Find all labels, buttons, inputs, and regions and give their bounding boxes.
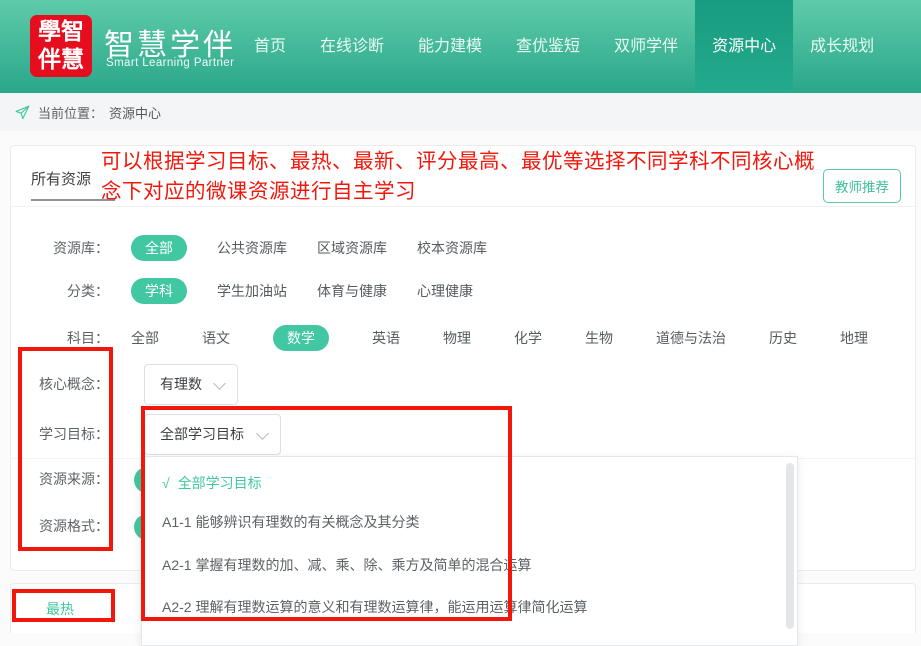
dropdown-option-label: A2-2 理解有理数运算的意义和有理数运算律，能运用运算律简化运算: [162, 599, 587, 615]
learning-goal-select[interactable]: 全部学习目标: [144, 414, 281, 455]
subject-option-chemistry[interactable]: 化学: [514, 328, 542, 348]
subject-option-all[interactable]: 全部: [131, 328, 159, 348]
filter-row-category: 分类： 学科 学生加油站 体育与健康 心理健康: [11, 277, 915, 305]
nav-item-dual-teacher[interactable]: 双师学伴: [597, 0, 695, 93]
send-icon: [14, 104, 31, 121]
category-option-mental-health[interactable]: 心理健康: [417, 281, 473, 301]
library-option-all[interactable]: 全部: [131, 235, 187, 261]
library-option-school[interactable]: 校本资源库: [417, 238, 487, 258]
breadcrumb: 当前位置： 资源中心: [0, 93, 921, 131]
subject-option-math[interactable]: 数学: [273, 325, 329, 351]
subject-option-morality-law[interactable]: 道德与法治: [656, 328, 726, 348]
brand-subtitle: Smart Learning Partner: [106, 57, 234, 69]
core-concept-value: 有理数: [160, 365, 202, 404]
nav-item-growth-plan[interactable]: 成长规划: [793, 0, 891, 93]
subject-options: 全部 语文 数学 英语 物理 化学 生物 道德与法治 历史 地理: [131, 324, 868, 352]
dropdown-option-a1-1[interactable]: A1-1 能够辨识有理数的有关概念及其分类: [162, 512, 419, 532]
category-option-pe-health[interactable]: 体育与健康: [317, 281, 387, 301]
category-label: 分类：: [11, 277, 109, 305]
nav-item-online-diagnosis[interactable]: 在线诊断: [303, 0, 401, 93]
breadcrumb-current: 资源中心: [109, 103, 161, 122]
subject-option-biology[interactable]: 生物: [585, 328, 613, 348]
core-concept-select[interactable]: 有理数: [144, 364, 238, 405]
library-options: 全部 公共资源库 区域资源库 校本资源库: [131, 234, 487, 262]
dropdown-option-label: A1-1 能够辨识有理数的有关概念及其分类: [162, 514, 419, 530]
nav-item-ability-modeling[interactable]: 能力建模: [401, 0, 499, 93]
category-option-subject[interactable]: 学科: [131, 278, 187, 304]
nav-item-home[interactable]: 首页: [237, 0, 303, 93]
dropdown-option-all-goals[interactable]: √ 全部学习目标: [162, 473, 262, 493]
dropdown-option-a2-2[interactable]: A2-2 理解有理数运算的意义和有理数运算律，能运用运算律简化运算: [162, 597, 587, 617]
resource-source-label: 资源来源：: [11, 465, 109, 493]
category-options: 学科 学生加油站 体育与健康 心理健康: [131, 277, 473, 305]
nav-item-strength-review[interactable]: 查优鉴短: [499, 0, 597, 93]
subject-option-english[interactable]: 英语: [372, 328, 400, 348]
app-logo-seal[interactable]: 學智 伴慧: [30, 15, 92, 77]
subject-option-physics[interactable]: 物理: [443, 328, 471, 348]
dropdown-option-label: 全部学习目标: [178, 475, 262, 491]
app-header: 學智 伴慧 智慧学伴 Smart Learning Partner 首页 在线诊…: [0, 0, 921, 93]
category-option-student-station[interactable]: 学生加油站: [217, 281, 287, 301]
filter-row-subject: 科目： 全部 语文 数学 英语 物理 化学 生物 道德与法治 历史 地理: [11, 324, 915, 352]
learning-goal-dropdown-panel: √ 全部学习目标 A1-1 能够辨识有理数的有关概念及其分类 A2-1 掌握有理数…: [141, 456, 798, 646]
chevron-down-icon: [256, 427, 269, 440]
subject-option-geography[interactable]: 地理: [840, 328, 868, 348]
subject-option-chinese[interactable]: 语文: [202, 328, 230, 348]
library-label: 资源库：: [11, 234, 109, 262]
filter-row-library: 资源库： 全部 公共资源库 区域资源库 校本资源库: [11, 234, 915, 262]
dropdown-scrollbar-thumb[interactable]: [786, 463, 794, 629]
chevron-down-icon: [213, 377, 226, 390]
dropdown-option-label: A2-1 掌握有理数的加、减、乘、除、乘方及简单的混合运算: [162, 557, 531, 573]
core-concept-label: 核心概念：: [11, 370, 109, 398]
subject-option-history[interactable]: 历史: [769, 328, 797, 348]
annotation-note-text: 可以根据学习目标、最热、最新、评分最高、最优等选择不同学科不同核心概念下对应的微…: [101, 147, 823, 207]
main-nav: 首页 在线诊断 能力建模 查优鉴短 双师学伴 资源中心 成长规划: [237, 0, 891, 93]
learning-goal-label: 学习目标：: [11, 420, 109, 448]
nav-item-resource-center[interactable]: 资源中心: [695, 0, 793, 93]
sort-tab-hot[interactable]: 最热: [46, 599, 74, 619]
logo-seal-line2: 伴慧: [30, 46, 92, 74]
resource-format-label: 资源格式：: [11, 512, 109, 540]
learning-goal-value: 全部学习目标: [160, 415, 244, 454]
breadcrumb-label: 当前位置：: [38, 103, 103, 122]
dropdown-option-a2-1[interactable]: A2-1 掌握有理数的加、减、乘、除、乘方及简单的混合运算: [162, 555, 531, 575]
check-icon: √: [162, 475, 170, 491]
library-option-public[interactable]: 公共资源库: [217, 238, 287, 258]
logo-seal-line1: 學智: [30, 18, 92, 46]
teacher-recommend-button[interactable]: 教师推荐: [823, 169, 901, 203]
library-option-regional[interactable]: 区域资源库: [317, 238, 387, 258]
subject-label: 科目：: [11, 324, 109, 352]
